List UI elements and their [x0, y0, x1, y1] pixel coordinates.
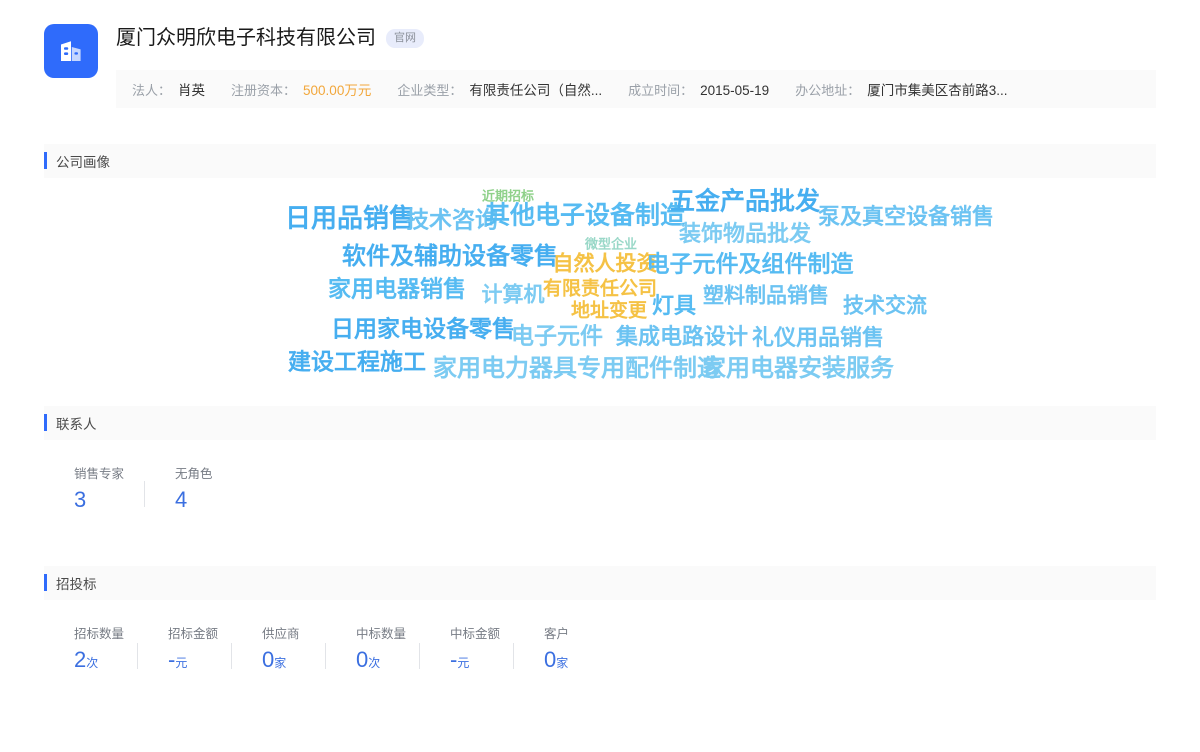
stat-label: 招标金额	[168, 627, 219, 641]
stat-number: 4	[175, 487, 188, 512]
company-header-content: 厦门众明欣电子科技有限公司 官网 法人： 肖英 注册资本： 500.00万元 企…	[116, 22, 1156, 108]
wordcloud-word[interactable]: 软件及辅助设备零售	[342, 245, 558, 269]
stat-unit: 次	[86, 656, 99, 670]
stat-label: 供应商	[262, 627, 300, 641]
wordcloud-word[interactable]: 装饰物品批发	[679, 223, 811, 245]
stat-number: 0	[262, 647, 275, 672]
section-title: 联系人	[56, 417, 97, 432]
info-item-office-address: 办公地址： 厦门市集美区杏前路3...	[795, 79, 1007, 99]
bidding-stat-row: 招标数量 2次 招标金额 -元 供应商 0家 中标数量 0次 中标金额 -元 客户 0家	[44, 600, 1156, 675]
stat-value: -元	[450, 648, 513, 675]
info-value: 肖英	[178, 83, 206, 98]
info-value: 厦门市集美区杏前路3...	[867, 83, 1008, 98]
stat-unit: 元	[175, 656, 188, 670]
info-value: 2015-05-19	[700, 82, 770, 98]
stat-value: 0家	[262, 648, 325, 675]
wordcloud-word[interactable]: 电子元件及组件制造	[647, 252, 854, 276]
stat-number: 0	[356, 647, 369, 672]
wordcloud-word[interactable]: 建设工程施工	[288, 350, 426, 374]
company-info-bar: 法人： 肖英 注册资本： 500.00万元 企业类型： 有限责任公司（自然...…	[116, 70, 1156, 108]
wordcloud-word[interactable]: 微型企业	[585, 238, 637, 251]
stat-value: 0家	[544, 648, 607, 675]
stat-item: 中标数量 0次	[326, 626, 419, 675]
wordcloud-word[interactable]: 集成电路设计	[616, 326, 748, 348]
wordcloud-word[interactable]: 地址变更	[571, 302, 647, 321]
section-accent-bar	[44, 152, 47, 169]
section-title: 招投标	[56, 577, 97, 592]
stat-label: 中标金额	[450, 627, 501, 641]
stat-item: 无角色 4	[145, 466, 245, 512]
company-title-row: 厦门众明欣电子科技有限公司 官网	[116, 22, 1156, 54]
wordcloud-word[interactable]: 电子元件	[511, 324, 603, 348]
stat-item: 招标数量 2次	[44, 626, 137, 675]
stat-unit: 元	[457, 656, 470, 670]
company-profile-page: 厦门众明欣电子科技有限公司 官网 法人： 肖英 注册资本： 500.00万元 企…	[0, 0, 1200, 752]
wordcloud-word[interactable]: 家用电器安装服务	[702, 357, 894, 381]
info-item-company-type: 企业类型： 有限责任公司（自然...	[397, 79, 602, 99]
wordcloud-word[interactable]: 计算机	[482, 285, 545, 306]
section-accent-bar	[44, 414, 47, 431]
wordcloud-word[interactable]: 技术交流	[843, 296, 927, 317]
info-label: 法人：	[132, 83, 172, 98]
company-logo	[44, 24, 98, 78]
wordcloud-word[interactable]: 其他电子设备制造	[485, 203, 685, 229]
stat-value: 4	[175, 488, 245, 512]
wordcloud-word[interactable]: 有限责任公司	[543, 280, 657, 299]
wordcloud-word[interactable]: 灯具	[652, 295, 696, 317]
info-item-registered-capital: 注册资本： 500.00万元	[231, 79, 371, 99]
section-title: 公司画像	[56, 155, 110, 170]
wordcloud-word[interactable]: 自然人投资	[553, 254, 658, 275]
stat-number: 0	[544, 647, 557, 672]
stat-label: 中标数量	[356, 627, 407, 641]
stat-unit: 家	[274, 656, 287, 670]
wordcloud-word[interactable]: 五金产品批发	[670, 189, 820, 215]
info-item-legal-person: 法人： 肖英	[132, 79, 205, 99]
stat-number: 2	[74, 647, 87, 672]
stat-label: 招标数量	[74, 627, 125, 641]
wordcloud-word[interactable]: 礼仪用品销售	[752, 327, 884, 349]
stat-value: -元	[168, 648, 231, 675]
info-label: 注册资本：	[231, 83, 297, 98]
info-label: 企业类型：	[397, 83, 463, 98]
stat-value: 3	[74, 488, 144, 512]
stat-item: 招标金额 -元	[138, 626, 231, 675]
info-value: 500.00万元	[303, 83, 372, 98]
wordcloud-word[interactable]: 家用电力器具专用配件制造	[433, 357, 721, 381]
stat-item: 中标金额 -元	[420, 626, 513, 675]
building-icon	[56, 36, 86, 66]
contacts-stat-row: 销售专家 3 无角色 4	[44, 440, 1156, 512]
stat-item: 销售专家 3	[44, 466, 144, 512]
wordcloud-canvas: 近期招标 日用品销售 技术咨询 其他电子设备制造 五金产品批发 泵及真空设备销售 装饰物品批…	[44, 178, 1156, 406]
stat-value: 2次	[74, 648, 137, 675]
wordcloud-word[interactable]: 日用品销售	[285, 205, 415, 231]
page-title: 厦门众明欣电子科技有限公司	[116, 27, 376, 49]
section-header-company-portrait: 公司画像	[44, 144, 1156, 178]
wordcloud-word[interactable]: 日用家电设备零售	[331, 317, 515, 341]
stat-item: 客户 0家	[514, 626, 607, 675]
stat-value: 0次	[356, 648, 419, 675]
stat-label: 销售专家	[74, 467, 125, 481]
stat-unit: 次	[368, 656, 381, 670]
stat-unit: 家	[556, 656, 569, 670]
info-label: 办公地址：	[795, 83, 861, 98]
official-site-badge[interactable]: 官网	[386, 28, 424, 48]
info-label: 成立时间：	[628, 82, 694, 98]
wordcloud-word[interactable]: 泵及真空设备销售	[818, 206, 994, 228]
company-header: 厦门众明欣电子科技有限公司 官网 法人： 肖英 注册资本： 500.00万元 企…	[0, 0, 1200, 108]
stat-number: 3	[74, 487, 87, 512]
stat-item: 供应商 0家	[232, 626, 325, 675]
stat-label: 客户	[544, 627, 570, 641]
section-header-contacts: 联系人	[44, 406, 1156, 440]
info-item-established-date: 成立时间： 2015-05-19	[628, 80, 769, 99]
wordcloud-word[interactable]: 塑料制品销售	[703, 286, 829, 307]
company-portrait-wordcloud: 近期招标 日用品销售 技术咨询 其他电子设备制造 五金产品批发 泵及真空设备销售 装饰物品批…	[44, 178, 1156, 406]
info-value: 有限责任公司（自然...	[469, 83, 603, 98]
section-accent-bar	[44, 574, 47, 591]
wordcloud-word[interactable]: 家用电器销售	[328, 277, 466, 301]
stat-label: 无角色	[175, 467, 213, 481]
section-header-bidding: 招投标	[44, 566, 1156, 600]
